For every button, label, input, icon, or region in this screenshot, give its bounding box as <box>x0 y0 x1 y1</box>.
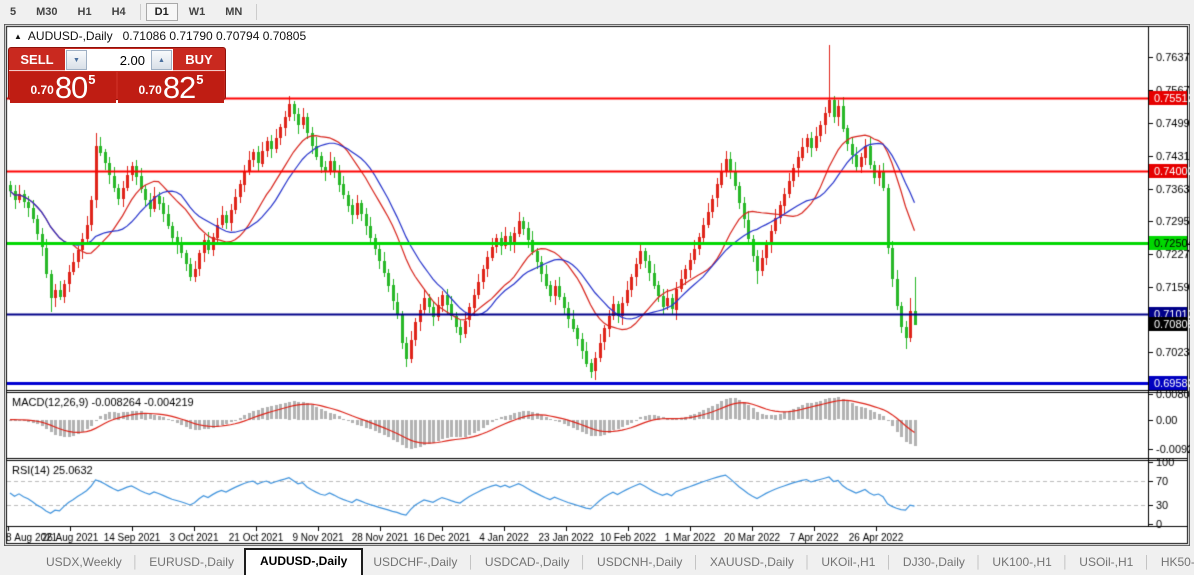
chart-tab-usdx-weekly[interactable]: USDX,Weekly <box>36 551 132 575</box>
chart-window: ▲ AUDUSD-,Daily 0.71086 0.71790 0.70794 0.… <box>4 24 1190 546</box>
chart-tab-usdcnh-daily[interactable]: USDCNH-,Daily <box>587 551 692 575</box>
tab-separator: │ <box>579 555 588 569</box>
chart-tab-hk50-h1[interactable]: HK50-,H1 <box>1151 551 1194 575</box>
volume-input[interactable]: 2.00 <box>87 50 151 70</box>
timeframe-button-d1[interactable]: D1 <box>145 2 178 21</box>
timeframe-button-5[interactable]: 5 <box>1 3 25 21</box>
tab-separator: │ <box>467 555 475 569</box>
volume-stepper: ▼ 2.00 ▲ <box>65 49 173 71</box>
timeframe-button-h1[interactable]: H1 <box>69 3 101 21</box>
sell-price-main: 80 <box>54 70 88 105</box>
chart-tab-eurusd-daily[interactable]: EURUSD-,Daily <box>139 551 244 575</box>
sell-price-prefix: 0.70 <box>30 83 54 97</box>
tab-separator: │ <box>885 555 893 569</box>
trade-panel-quote-row: 0.70 80 5 0.70 82 5 <box>9 71 225 105</box>
tab-separator: │ <box>692 555 700 569</box>
chart-tab-dj30-daily[interactable]: DJ30-,Daily <box>893 551 975 575</box>
chart-tab-xauusd-daily[interactable]: XAUUSD-,Daily <box>700 551 804 575</box>
timeframe-button-w1[interactable]: W1 <box>180 3 215 21</box>
timeframe-button-h4[interactable]: H4 <box>103 3 135 21</box>
tab-separator: │ <box>1143 555 1151 569</box>
buy-price-main: 82 <box>162 70 196 105</box>
tab-separator: │ <box>803 555 812 569</box>
timeframe-toolbar: 5 M30 H1 H4 D1 W1 MN <box>0 0 1194 23</box>
sell-button[interactable]: SELL <box>9 48 65 71</box>
app-stage: 5 M30 H1 H4 D1 W1 MN ▲ AUDUSD-,Daily 0.71086 0.7… <box>0 0 1194 575</box>
timeframe-button-m30[interactable]: M30 <box>27 3 66 21</box>
collapse-triangle-icon[interactable]: ▲ <box>14 32 22 41</box>
chart-tab-usdchf-daily[interactable]: USDCHF-,Daily <box>363 551 467 575</box>
tab-separator: │ <box>974 555 983 569</box>
chart-tab-uk100-h1[interactable]: UK100-,H1 <box>982 551 1061 575</box>
tab-separator: │ <box>131 555 140 569</box>
toolbar-separator <box>256 3 258 20</box>
symbol-tab-bar: USDX,Weekly │ EURUSD-,Daily AUDUSD-,Daily US… <box>0 548 1194 575</box>
volume-increase-button[interactable]: ▲ <box>151 50 172 70</box>
chart-symbol-label: AUDUSD-,Daily <box>27 29 113 43</box>
buy-price-prefix: 0.70 <box>138 83 162 97</box>
buy-price-pip: 5 <box>196 72 204 87</box>
chart-ohlc-values: 0.71086 0.71790 0.70794 0.70805 <box>122 29 307 43</box>
toolbar-separator <box>139 3 141 20</box>
volume-decrease-button[interactable]: ▼ <box>66 50 87 70</box>
chart-tab-ukoil-h1[interactable]: UKOil-,H1 <box>811 551 885 575</box>
timeframe-button-mn[interactable]: MN <box>216 3 251 21</box>
chart-title: ▲ AUDUSD-,Daily 0.71086 0.71790 0.70794 0.… <box>14 29 306 44</box>
sell-price-quote[interactable]: 0.70 80 5 <box>10 72 116 103</box>
chart-tab-usoil-h1[interactable]: USOil-,H1 <box>1069 551 1143 575</box>
sell-price-pip: 5 <box>88 72 96 87</box>
chart-tab-usdcad-daily[interactable]: USDCAD-,Daily <box>475 551 580 575</box>
tab-separator: │ <box>1061 555 1070 569</box>
chart-tab-audusd-daily[interactable]: AUDUSD-,Daily <box>243 548 364 575</box>
buy-button[interactable]: BUY <box>173 48 225 71</box>
one-click-trade-panel: SELL ▼ 2.00 ▲ BUY 0.70 80 5 0.70 82 5 <box>8 47 226 103</box>
buy-price-quote[interactable]: 0.70 82 5 <box>118 72 224 103</box>
trade-panel-top-row: SELL ▼ 2.00 ▲ BUY <box>9 48 225 71</box>
